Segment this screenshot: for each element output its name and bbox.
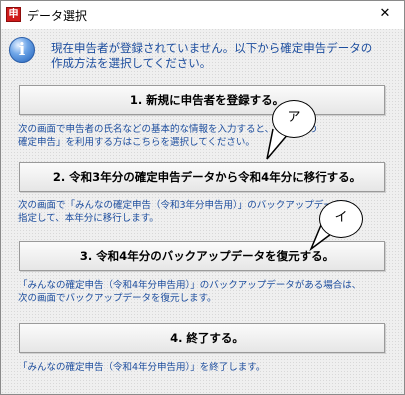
info-icon: i	[9, 37, 35, 63]
intro-line-1: 現在申告者が登録されていません。以下から確定申告データの	[51, 41, 373, 55]
close-button[interactable]: ✕	[372, 3, 398, 25]
option-4-description: 「みんなの確定申告（令和4年分申告用）」を終了します。	[18, 361, 390, 374]
option-3-desc-line-1: 「みんなの確定申告（令和4年分申告用）」のバックアップデータがある場合は、	[18, 280, 362, 291]
callout-i-bubble: イ	[319, 200, 363, 238]
migrate-previous-year-button[interactable]: 2. 令和3年分の確定申告データから令和4年分に移行する。	[19, 162, 385, 192]
option-1-desc-line-2: 確定申告」を利用する方はこちらを選択してください。	[18, 137, 255, 148]
option-3-desc-line-2: 次の画面でバックアップデータを復元します。	[18, 293, 217, 304]
dialog-window: 申 データ選択 ✕ i 現在申告者が登録されていません。以下から確定申告データの…	[0, 0, 405, 395]
option-3-description: 「みんなの確定申告（令和4年分申告用）」のバックアップデータがある場合は、 次の…	[18, 279, 390, 305]
app-icon: 申	[6, 7, 21, 22]
option-4-desc-line-1: 「みんなの確定申告（令和4年分申告用）」を終了します。	[18, 362, 266, 373]
intro-text: 現在申告者が登録されていません。以下から確定申告データの 作成方法を選択してくだ…	[51, 41, 396, 71]
exit-button[interactable]: 4. 終了する。	[19, 323, 385, 353]
option-1-desc-line-1: 次の画面で申告者の氏名などの基本的な情報を入力すると、「みんなの	[18, 124, 317, 135]
window-title: データ選択	[27, 9, 88, 23]
title-bar: 申 データ選択 ✕	[1, 1, 404, 29]
intro-line-2: 作成方法を選択してください。	[51, 56, 212, 70]
option-1-description: 次の画面で申告者の氏名などの基本的な情報を入力すると、「みんなの 確定申告」を利…	[18, 123, 390, 149]
callout-a-bubble: ア	[272, 100, 316, 138]
register-new-filer-button[interactable]: 1. 新規に申告者を登録する。	[19, 85, 385, 115]
